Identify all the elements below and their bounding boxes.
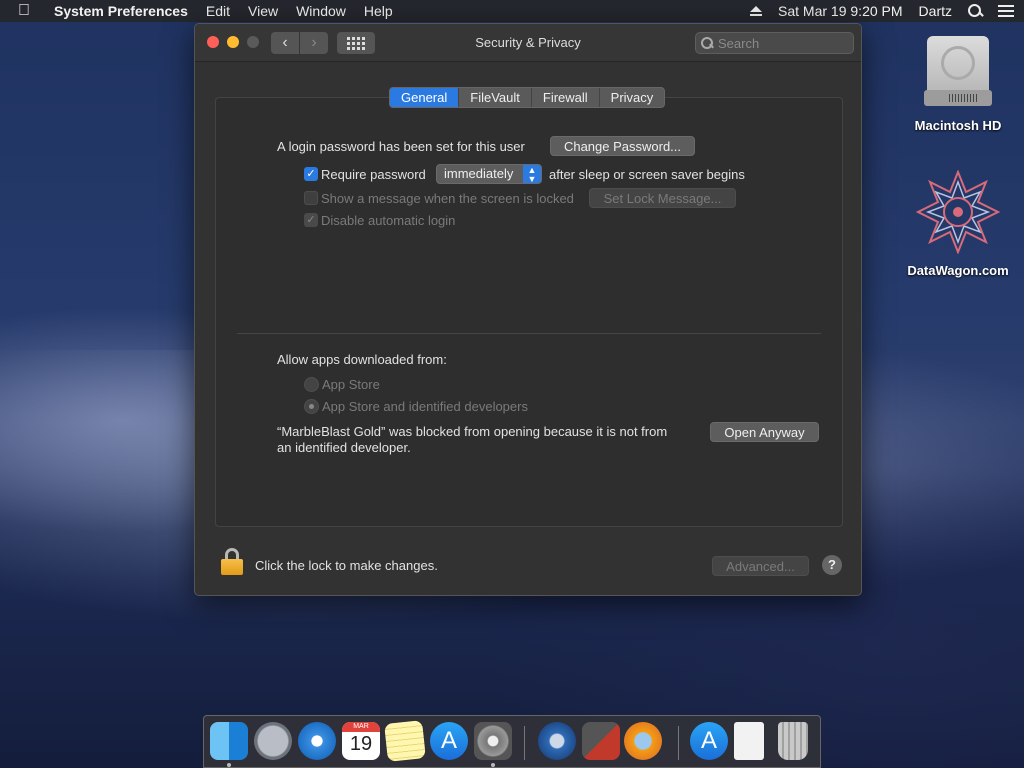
allow-apps-label: Allow apps downloaded from: bbox=[277, 352, 447, 367]
desktop-icon-macintosh-hd[interactable]: Macintosh HD bbox=[898, 32, 1018, 133]
login-password-text: A login password has been set for this u… bbox=[277, 139, 525, 154]
search-field[interactable] bbox=[695, 32, 854, 54]
marbleblast-icon[interactable] bbox=[624, 722, 662, 760]
lock-text: Click the lock to make changes. bbox=[255, 558, 438, 573]
general-pane: A login password has been set for this u… bbox=[215, 97, 843, 527]
dock-separator bbox=[678, 726, 679, 760]
network-app-icon[interactable] bbox=[538, 722, 576, 760]
search-icon bbox=[701, 37, 713, 49]
after-sleep-text: after sleep or screen saver begins bbox=[549, 167, 745, 182]
dock: MAR 19 A A bbox=[203, 715, 821, 768]
help-button[interactable]: ? bbox=[822, 555, 842, 575]
blocked-message-line1: “MarbleBlast Gold” was blocked from open… bbox=[277, 424, 668, 439]
radio-identified-developers bbox=[304, 399, 319, 414]
menu-help[interactable]: Help bbox=[364, 3, 393, 19]
notes-icon[interactable] bbox=[384, 720, 426, 762]
security-privacy-window: ‹ › Security & Privacy A login password … bbox=[194, 23, 862, 596]
desktop-icon-label: DataWagon.com bbox=[907, 263, 1009, 278]
calendar-icon[interactable]: MAR 19 bbox=[342, 722, 380, 760]
lock-icon[interactable] bbox=[221, 548, 243, 576]
trash-icon[interactable] bbox=[778, 722, 808, 760]
safari-icon[interactable] bbox=[298, 722, 336, 760]
select-arrows-icon: ▲ ▼ bbox=[523, 165, 541, 184]
show-message-label: Show a message when the screen is locked bbox=[321, 191, 574, 206]
search-input[interactable] bbox=[718, 35, 838, 51]
tab-bar: General FileVault Firewall Privacy bbox=[389, 87, 666, 108]
radio-app-store-label: App Store bbox=[322, 377, 380, 392]
blast-app-icon[interactable] bbox=[582, 722, 620, 760]
radio-app-store bbox=[304, 377, 319, 392]
apple-menu-icon[interactable]:  bbox=[18, 2, 40, 20]
section-divider bbox=[237, 333, 821, 334]
running-indicator bbox=[491, 763, 495, 767]
notification-center-icon[interactable] bbox=[998, 5, 1014, 17]
menu-bar:  System Preferences Edit View Window He… bbox=[0, 0, 1024, 22]
menu-window[interactable]: Window bbox=[296, 3, 346, 19]
window-titlebar: ‹ › Security & Privacy bbox=[195, 24, 861, 62]
require-password-select-value: immediately bbox=[444, 166, 514, 181]
desktop-icon-label: Macintosh HD bbox=[914, 118, 1002, 133]
running-indicator bbox=[227, 763, 231, 767]
hard-drive-icon bbox=[921, 32, 995, 112]
open-anyway-button[interactable]: Open Anyway bbox=[710, 422, 819, 442]
tab-privacy[interactable]: Privacy bbox=[600, 88, 665, 107]
app-store-icon[interactable]: A bbox=[430, 722, 468, 760]
require-password-label: Require password bbox=[321, 167, 426, 182]
require-password-checkbox[interactable]: ✓ bbox=[304, 167, 318, 181]
dock-separator bbox=[524, 726, 525, 760]
desktop-icon-datawagon[interactable]: DataWagon.com bbox=[898, 169, 1018, 278]
system-preferences-icon[interactable] bbox=[474, 722, 512, 760]
tab-firewall[interactable]: Firewall bbox=[532, 88, 600, 107]
advanced-button: Advanced... bbox=[712, 556, 809, 576]
tab-general[interactable]: General bbox=[390, 88, 460, 107]
set-lock-message-button: Set Lock Message... bbox=[589, 188, 736, 208]
calendar-day: 19 bbox=[349, 733, 373, 755]
require-password-select[interactable]: immediately ▲ ▼ bbox=[436, 164, 542, 184]
show-message-checkbox bbox=[304, 191, 318, 205]
menu-clock[interactable]: Sat Mar 19 9:20 PM bbox=[778, 3, 903, 19]
document-icon[interactable] bbox=[734, 722, 764, 760]
menu-edit[interactable]: Edit bbox=[206, 3, 230, 19]
datawagon-logo-icon bbox=[915, 169, 1001, 255]
disable-auto-login-checkbox: ✓ bbox=[304, 213, 318, 227]
menu-app-name[interactable]: System Preferences bbox=[54, 3, 188, 19]
blocked-message-line2: an identified developer. bbox=[277, 440, 411, 455]
eject-icon[interactable] bbox=[750, 6, 763, 16]
launchpad-icon[interactable] bbox=[254, 722, 292, 760]
change-password-button[interactable]: Change Password... bbox=[550, 136, 695, 156]
menu-view[interactable]: View bbox=[248, 3, 278, 19]
disable-auto-login-label: Disable automatic login bbox=[321, 213, 456, 228]
finder-icon[interactable] bbox=[210, 722, 248, 760]
menu-user[interactable]: Dartz bbox=[919, 3, 952, 19]
spotlight-search-icon[interactable] bbox=[968, 4, 982, 18]
radio-identified-label: App Store and identified developers bbox=[322, 399, 528, 414]
downloads-folder-icon[interactable]: A bbox=[690, 722, 728, 760]
calendar-month: MAR bbox=[342, 722, 380, 732]
tab-filevault[interactable]: FileVault bbox=[459, 88, 532, 107]
